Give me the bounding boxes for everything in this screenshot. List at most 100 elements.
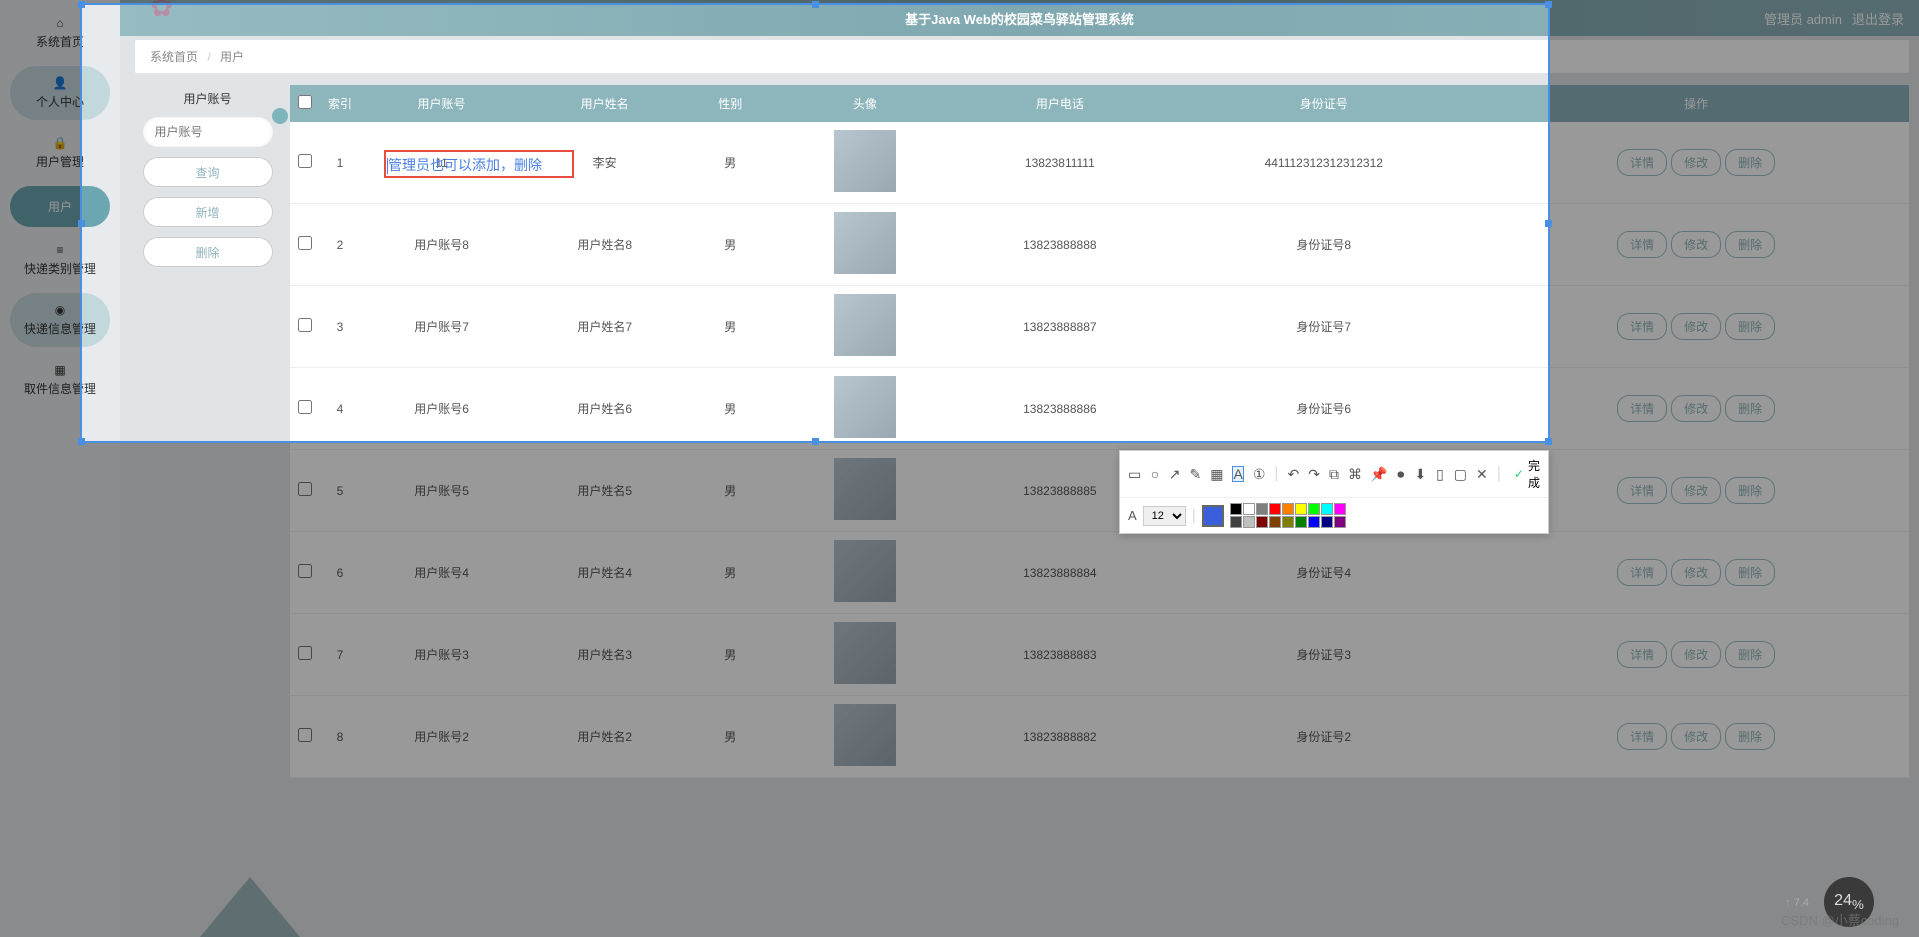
cell-avatar — [774, 368, 955, 450]
edit-button[interactable]: 修改 — [1671, 641, 1721, 668]
cell-avatar — [774, 122, 955, 204]
color-swatch[interactable] — [1243, 516, 1255, 528]
sidebar-item-0[interactable]: ⌂系统首页 — [10, 6, 110, 60]
close-icon[interactable]: ✕ — [1476, 466, 1488, 482]
row-checkbox[interactable] — [298, 154, 312, 168]
cell-gender: 男 — [686, 696, 774, 778]
font-size-select[interactable]: 12 — [1143, 506, 1186, 526]
selected-color-swatch[interactable] — [1202, 505, 1224, 527]
detail-button[interactable]: 详情 — [1617, 313, 1667, 340]
cell-gender: 男 — [686, 532, 774, 614]
mosaic-tool-icon[interactable]: ▦ — [1210, 466, 1223, 482]
cell-gender: 男 — [686, 122, 774, 204]
detail-button[interactable]: 详情 — [1617, 559, 1667, 586]
cell-idcard: 身份证号3 — [1164, 614, 1483, 696]
search-input[interactable] — [143, 117, 273, 147]
add-button[interactable]: 新增 — [143, 197, 273, 227]
select-all-checkbox[interactable] — [298, 95, 312, 109]
delete-row-button[interactable]: 删除 — [1725, 641, 1775, 668]
delete-button[interactable]: 删除 — [143, 237, 273, 267]
delete-row-button[interactable]: 删除 — [1725, 723, 1775, 750]
edit-button[interactable]: 修改 — [1671, 723, 1721, 750]
row-checkbox[interactable] — [298, 236, 312, 250]
sidebar-label: 用户管理 — [36, 153, 84, 170]
color-swatch[interactable] — [1230, 516, 1242, 528]
cell-phone: 13823888887 — [955, 286, 1164, 368]
cell-avatar — [774, 286, 955, 368]
cell-avatar — [774, 614, 955, 696]
color-swatch[interactable] — [1256, 503, 1268, 515]
color-swatch[interactable] — [1334, 503, 1346, 515]
admin-label[interactable]: 管理员 admin — [1764, 9, 1842, 28]
row-checkbox[interactable] — [298, 564, 312, 578]
detail-button[interactable]: 详情 — [1617, 149, 1667, 176]
color-swatch[interactable] — [1295, 503, 1307, 515]
download-icon[interactable]: ⬇ — [1415, 466, 1427, 482]
edit-button[interactable]: 修改 — [1671, 559, 1721, 586]
delete-row-button[interactable]: 删除 — [1725, 313, 1775, 340]
color-swatch[interactable] — [1321, 516, 1333, 528]
undo-icon[interactable]: ↶ — [1288, 466, 1300, 482]
sidebar-item-5[interactable]: ◉快递信息管理 — [10, 293, 110, 347]
done-button[interactable]: ✓完成 — [1514, 457, 1540, 491]
color-swatch[interactable] — [1282, 516, 1294, 528]
logout-link[interactable]: 退出登录 — [1852, 9, 1904, 28]
text-tool-icon[interactable]: A — [1232, 466, 1243, 482]
search-slider-knob[interactable] — [272, 108, 288, 124]
save-icon[interactable]: ▢ — [1454, 466, 1467, 482]
pen-tool-icon[interactable]: ✎ — [1190, 466, 1202, 482]
color-swatch[interactable] — [1334, 516, 1346, 528]
edit-button[interactable]: 修改 — [1671, 477, 1721, 504]
delete-row-button[interactable]: 删除 — [1725, 231, 1775, 258]
edit-button[interactable]: 修改 — [1671, 231, 1721, 258]
row-checkbox[interactable] — [298, 482, 312, 496]
color-swatch[interactable] — [1269, 503, 1281, 515]
breadcrumb-home[interactable]: 系统首页 — [150, 50, 198, 64]
color-swatch[interactable] — [1256, 516, 1268, 528]
arrow-tool-icon[interactable]: ↗ — [1169, 466, 1181, 482]
color-swatch[interactable] — [1230, 503, 1242, 515]
color-swatch[interactable] — [1295, 516, 1307, 528]
crop-tool-icon[interactable]: ⧉ — [1329, 466, 1339, 482]
edit-button[interactable]: 修改 — [1671, 395, 1721, 422]
ocr-tool-icon[interactable]: ⌘ — [1348, 466, 1362, 482]
delete-row-button[interactable]: 删除 — [1725, 149, 1775, 176]
sidebar-item-3[interactable]: 用户 — [10, 186, 110, 227]
sidebar-item-1[interactable]: 👤个人中心 — [10, 66, 110, 120]
color-swatch[interactable] — [1308, 503, 1320, 515]
row-checkbox[interactable] — [298, 646, 312, 660]
detail-button[interactable]: 详情 — [1617, 641, 1667, 668]
detail-button[interactable]: 详情 — [1617, 477, 1667, 504]
row-checkbox[interactable] — [298, 400, 312, 414]
color-swatch[interactable] — [1269, 516, 1281, 528]
row-checkbox[interactable] — [298, 728, 312, 742]
edit-button[interactable]: 修改 — [1671, 149, 1721, 176]
rect-tool-icon[interactable]: ▭ — [1128, 466, 1141, 482]
record-tool-icon[interactable]: ⏺ — [1396, 466, 1406, 482]
color-swatch[interactable] — [1308, 516, 1320, 528]
row-checkbox[interactable] — [298, 318, 312, 332]
delete-row-button[interactable]: 删除 — [1725, 395, 1775, 422]
redo-icon[interactable]: ↷ — [1308, 466, 1320, 482]
copy-icon[interactable]: ▯ — [1435, 466, 1445, 482]
col-header-5: 头像 — [774, 85, 955, 122]
edit-button[interactable]: 修改 — [1671, 313, 1721, 340]
avatar-image — [834, 376, 896, 438]
sidebar-item-2[interactable]: 🔒用户管理 — [10, 126, 110, 180]
annotation-text[interactable]: 管理员也可以添加，删除 — [387, 155, 542, 175]
color-swatch[interactable] — [1321, 503, 1333, 515]
detail-button[interactable]: 详情 — [1617, 231, 1667, 258]
avatar-image — [834, 540, 896, 602]
circle-tool-icon[interactable]: ○ — [1150, 466, 1160, 482]
pin-tool-icon[interactable]: 📌 — [1371, 466, 1387, 482]
sidebar-item-6[interactable]: ▦取件信息管理 — [10, 353, 110, 407]
delete-row-button[interactable]: 删除 — [1725, 559, 1775, 586]
detail-button[interactable]: 详情 — [1617, 395, 1667, 422]
color-swatch[interactable] — [1282, 503, 1294, 515]
detail-button[interactable]: 详情 — [1617, 723, 1667, 750]
counter-tool-icon[interactable]: ① — [1253, 466, 1266, 482]
query-button[interactable]: 查询 — [143, 157, 273, 187]
delete-row-button[interactable]: 删除 — [1725, 477, 1775, 504]
sidebar-item-4[interactable]: ≡快递类别管理 — [10, 233, 110, 287]
color-swatch[interactable] — [1243, 503, 1255, 515]
